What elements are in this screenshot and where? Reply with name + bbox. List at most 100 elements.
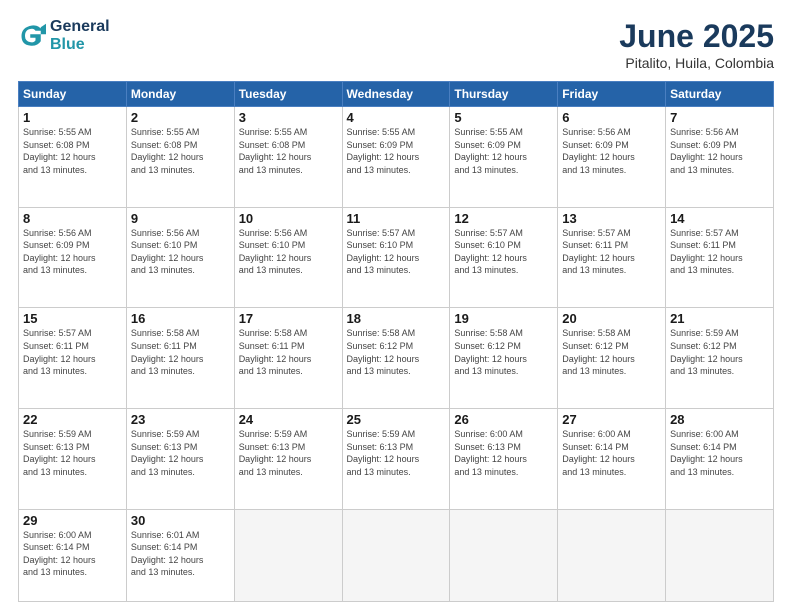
day-info: Sunrise: 5:59 AM Sunset: 6:13 PM Dayligh… <box>131 428 230 478</box>
day-info: Sunrise: 5:56 AM Sunset: 6:09 PM Dayligh… <box>23 227 122 277</box>
day-info: Sunrise: 6:00 AM Sunset: 6:14 PM Dayligh… <box>23 529 122 579</box>
day-info: Sunrise: 5:57 AM Sunset: 6:11 PM Dayligh… <box>23 327 122 377</box>
calendar-cell: 20 Sunrise: 5:58 AM Sunset: 6:12 PM Dayl… <box>558 308 666 409</box>
title-block: June 2025 Pitalito, Huila, Colombia <box>619 18 774 71</box>
day-number: 12 <box>454 211 553 226</box>
logo: General Blue <box>18 18 110 54</box>
day-info: Sunrise: 5:55 AM Sunset: 6:09 PM Dayligh… <box>454 126 553 176</box>
calendar-cell: 26 Sunrise: 6:00 AM Sunset: 6:13 PM Dayl… <box>450 408 558 509</box>
col-saturday: Saturday <box>666 82 774 107</box>
calendar-cell: 11 Sunrise: 5:57 AM Sunset: 6:10 PM Dayl… <box>342 207 450 308</box>
day-info: Sunrise: 5:56 AM Sunset: 6:10 PM Dayligh… <box>239 227 338 277</box>
calendar-cell: 9 Sunrise: 5:56 AM Sunset: 6:10 PM Dayli… <box>126 207 234 308</box>
col-tuesday: Tuesday <box>234 82 342 107</box>
day-number: 7 <box>670 110 769 125</box>
day-info: Sunrise: 5:55 AM Sunset: 6:08 PM Dayligh… <box>23 126 122 176</box>
calendar-cell: 15 Sunrise: 5:57 AM Sunset: 6:11 PM Dayl… <box>19 308 127 409</box>
calendar-cell: 28 Sunrise: 6:00 AM Sunset: 6:14 PM Dayl… <box>666 408 774 509</box>
logo-icon <box>18 22 46 50</box>
calendar-cell <box>234 509 342 601</box>
day-number: 30 <box>131 513 230 528</box>
calendar-cell: 23 Sunrise: 5:59 AM Sunset: 6:13 PM Dayl… <box>126 408 234 509</box>
calendar-cell <box>558 509 666 601</box>
day-info: Sunrise: 5:59 AM Sunset: 6:13 PM Dayligh… <box>347 428 446 478</box>
col-thursday: Thursday <box>450 82 558 107</box>
day-number: 19 <box>454 311 553 326</box>
month-title: June 2025 <box>619 18 774 55</box>
day-info: Sunrise: 5:58 AM Sunset: 6:12 PM Dayligh… <box>454 327 553 377</box>
day-number: 6 <box>562 110 661 125</box>
day-info: Sunrise: 6:00 AM Sunset: 6:14 PM Dayligh… <box>562 428 661 478</box>
calendar-cell: 4 Sunrise: 5:55 AM Sunset: 6:09 PM Dayli… <box>342 107 450 208</box>
calendar-cell: 6 Sunrise: 5:56 AM Sunset: 6:09 PM Dayli… <box>558 107 666 208</box>
day-number: 29 <box>23 513 122 528</box>
header: General Blue June 2025 Pitalito, Huila, … <box>18 18 774 71</box>
day-info: Sunrise: 5:55 AM Sunset: 6:08 PM Dayligh… <box>239 126 338 176</box>
day-number: 26 <box>454 412 553 427</box>
calendar-table: Sunday Monday Tuesday Wednesday Thursday… <box>18 81 774 602</box>
day-info: Sunrise: 5:59 AM Sunset: 6:13 PM Dayligh… <box>239 428 338 478</box>
day-number: 23 <box>131 412 230 427</box>
calendar-cell <box>450 509 558 601</box>
calendar-cell <box>342 509 450 601</box>
calendar-cell: 24 Sunrise: 5:59 AM Sunset: 6:13 PM Dayl… <box>234 408 342 509</box>
calendar-header-row: Sunday Monday Tuesday Wednesday Thursday… <box>19 82 774 107</box>
calendar-cell: 17 Sunrise: 5:58 AM Sunset: 6:11 PM Dayl… <box>234 308 342 409</box>
day-number: 9 <box>131 211 230 226</box>
day-number: 15 <box>23 311 122 326</box>
calendar-cell: 2 Sunrise: 5:55 AM Sunset: 6:08 PM Dayli… <box>126 107 234 208</box>
day-number: 21 <box>670 311 769 326</box>
logo-text: General Blue <box>50 18 110 54</box>
day-info: Sunrise: 5:58 AM Sunset: 6:11 PM Dayligh… <box>239 327 338 377</box>
day-info: Sunrise: 5:55 AM Sunset: 6:09 PM Dayligh… <box>347 126 446 176</box>
col-friday: Friday <box>558 82 666 107</box>
day-info: Sunrise: 5:58 AM Sunset: 6:12 PM Dayligh… <box>347 327 446 377</box>
calendar-cell: 12 Sunrise: 5:57 AM Sunset: 6:10 PM Dayl… <box>450 207 558 308</box>
day-number: 2 <box>131 110 230 125</box>
col-sunday: Sunday <box>19 82 127 107</box>
calendar-cell: 8 Sunrise: 5:56 AM Sunset: 6:09 PM Dayli… <box>19 207 127 308</box>
day-number: 16 <box>131 311 230 326</box>
day-info: Sunrise: 5:57 AM Sunset: 6:11 PM Dayligh… <box>670 227 769 277</box>
day-number: 11 <box>347 211 446 226</box>
day-info: Sunrise: 5:56 AM Sunset: 6:10 PM Dayligh… <box>131 227 230 277</box>
day-number: 25 <box>347 412 446 427</box>
day-number: 14 <box>670 211 769 226</box>
day-info: Sunrise: 6:00 AM Sunset: 6:13 PM Dayligh… <box>454 428 553 478</box>
calendar-cell: 3 Sunrise: 5:55 AM Sunset: 6:08 PM Dayli… <box>234 107 342 208</box>
day-number: 22 <box>23 412 122 427</box>
calendar-cell: 5 Sunrise: 5:55 AM Sunset: 6:09 PM Dayli… <box>450 107 558 208</box>
day-info: Sunrise: 5:58 AM Sunset: 6:11 PM Dayligh… <box>131 327 230 377</box>
calendar-cell: 10 Sunrise: 5:56 AM Sunset: 6:10 PM Dayl… <box>234 207 342 308</box>
day-number: 27 <box>562 412 661 427</box>
calendar-cell: 1 Sunrise: 5:55 AM Sunset: 6:08 PM Dayli… <box>19 107 127 208</box>
col-wednesday: Wednesday <box>342 82 450 107</box>
calendar-cell: 30 Sunrise: 6:01 AM Sunset: 6:14 PM Dayl… <box>126 509 234 601</box>
calendar-cell: 18 Sunrise: 5:58 AM Sunset: 6:12 PM Dayl… <box>342 308 450 409</box>
col-monday: Monday <box>126 82 234 107</box>
calendar-cell <box>666 509 774 601</box>
calendar-cell: 21 Sunrise: 5:59 AM Sunset: 6:12 PM Dayl… <box>666 308 774 409</box>
calendar-cell: 25 Sunrise: 5:59 AM Sunset: 6:13 PM Dayl… <box>342 408 450 509</box>
day-number: 20 <box>562 311 661 326</box>
calendar-cell: 19 Sunrise: 5:58 AM Sunset: 6:12 PM Dayl… <box>450 308 558 409</box>
day-number: 18 <box>347 311 446 326</box>
day-info: Sunrise: 5:57 AM Sunset: 6:11 PM Dayligh… <box>562 227 661 277</box>
calendar-cell: 7 Sunrise: 5:56 AM Sunset: 6:09 PM Dayli… <box>666 107 774 208</box>
day-number: 24 <box>239 412 338 427</box>
day-info: Sunrise: 6:00 AM Sunset: 6:14 PM Dayligh… <box>670 428 769 478</box>
calendar-cell: 14 Sunrise: 5:57 AM Sunset: 6:11 PM Dayl… <box>666 207 774 308</box>
day-number: 28 <box>670 412 769 427</box>
calendar-cell: 16 Sunrise: 5:58 AM Sunset: 6:11 PM Dayl… <box>126 308 234 409</box>
day-info: Sunrise: 5:59 AM Sunset: 6:12 PM Dayligh… <box>670 327 769 377</box>
day-info: Sunrise: 5:59 AM Sunset: 6:13 PM Dayligh… <box>23 428 122 478</box>
day-info: Sunrise: 6:01 AM Sunset: 6:14 PM Dayligh… <box>131 529 230 579</box>
day-info: Sunrise: 5:55 AM Sunset: 6:08 PM Dayligh… <box>131 126 230 176</box>
day-number: 17 <box>239 311 338 326</box>
day-info: Sunrise: 5:56 AM Sunset: 6:09 PM Dayligh… <box>670 126 769 176</box>
day-info: Sunrise: 5:58 AM Sunset: 6:12 PM Dayligh… <box>562 327 661 377</box>
day-info: Sunrise: 5:56 AM Sunset: 6:09 PM Dayligh… <box>562 126 661 176</box>
day-info: Sunrise: 5:57 AM Sunset: 6:10 PM Dayligh… <box>347 227 446 277</box>
day-number: 8 <box>23 211 122 226</box>
day-number: 4 <box>347 110 446 125</box>
